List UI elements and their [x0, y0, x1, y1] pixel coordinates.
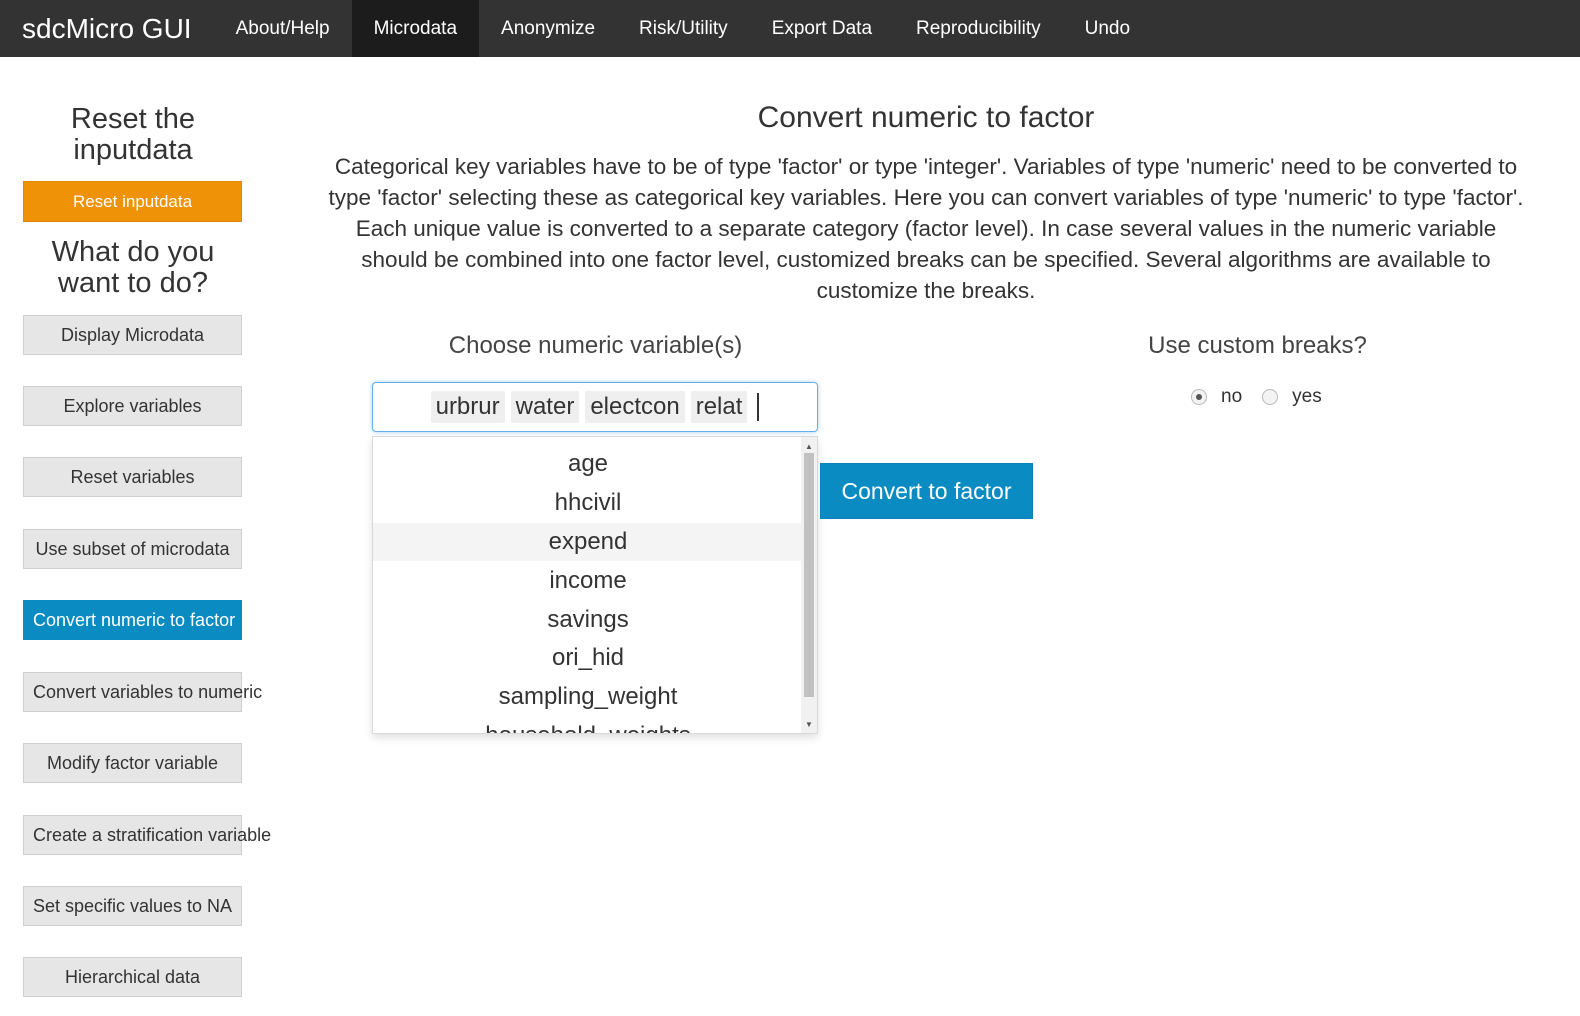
reset-variables-button[interactable]: Reset variables: [23, 457, 242, 497]
dropdown-option[interactable]: sampling_weight: [373, 678, 803, 717]
modify-factor-button[interactable]: Modify factor variable: [23, 743, 242, 783]
convert-to-numeric-button[interactable]: Convert variables to numeric: [23, 672, 262, 712]
dropdown-option[interactable]: age: [373, 445, 803, 484]
custom-breaks-label: Use custom breaks?: [1148, 332, 1367, 359]
custom-breaks-radio-group: no yes: [1191, 386, 1342, 408]
nav-about-help[interactable]: About/Help: [214, 0, 352, 57]
nav-microdata[interactable]: Microdata: [351, 0, 480, 57]
brand-title[interactable]: sdcMicro GUI: [0, 0, 214, 57]
dropdown-option-highlighted[interactable]: expend: [373, 522, 803, 562]
dropdown-option[interactable]: household_weights: [373, 717, 803, 733]
selected-chip[interactable]: urbrur: [430, 391, 505, 423]
top-navbar: sdcMicro GUI About/Help Microdata Anonym…: [0, 0, 1580, 57]
radio-yes[interactable]: yes: [1262, 386, 1322, 408]
text-cursor: [757, 393, 760, 421]
description-text: Categorical key variables have to be of …: [328, 154, 1524, 303]
nav-export-data[interactable]: Export Data: [750, 0, 894, 57]
set-values-na-button[interactable]: Set specific values to NA: [23, 886, 242, 926]
selected-chip[interactable]: water: [510, 391, 580, 423]
scroll-up-arrow-icon[interactable]: ▲: [801, 439, 817, 453]
radio-label-yes: yes: [1292, 386, 1322, 407]
what-to-do-heading: What do you want to do?: [51, 236, 215, 299]
nav-undo[interactable]: Undo: [1063, 0, 1152, 57]
radio-button[interactable]: [1262, 389, 1279, 405]
hierarchical-data-button[interactable]: Hierarchical data: [23, 957, 242, 997]
dropdown-option[interactable]: savings: [373, 600, 803, 639]
radio-no[interactable]: no: [1191, 386, 1242, 408]
radio-button-checked[interactable]: [1191, 389, 1207, 405]
dropdown-option[interactable]: hhcivil: [373, 484, 803, 523]
use-subset-button[interactable]: Use subset of microdata: [23, 529, 242, 569]
nav-anonymize[interactable]: Anonymize: [479, 0, 617, 57]
nav-reproducibility[interactable]: Reproducibility: [894, 0, 1063, 57]
reset-inputdata-button[interactable]: Reset inputdata: [23, 181, 242, 222]
display-microdata-button[interactable]: Display Microdata: [23, 315, 242, 355]
explore-variables-button[interactable]: Explore variables: [23, 386, 242, 426]
nav-risk-utility[interactable]: Risk/Utility: [617, 0, 750, 57]
radio-label-no: no: [1221, 386, 1243, 407]
dropdown-option[interactable]: ori_hid: [373, 639, 803, 678]
selected-chip[interactable]: electcon: [585, 391, 685, 423]
dropdown-option[interactable]: income: [373, 561, 803, 600]
variable-dropdown-list[interactable]: age hhcivil expend income savings ori_hi…: [372, 436, 818, 734]
variable-multiselect-input[interactable]: urbrur water electcon relat: [372, 382, 818, 432]
reset-heading: Reset the inputdata: [70, 103, 196, 166]
dropdown-scrollbar[interactable]: ▲ ▼: [801, 437, 817, 733]
convert-to-factor-button[interactable]: Convert to factor: [820, 463, 1033, 519]
scrollbar-thumb[interactable]: [804, 453, 814, 697]
page-title: Convert numeric to factor: [757, 101, 1095, 134]
choose-variables-label: Choose numeric variable(s): [448, 332, 743, 359]
convert-numeric-to-factor-button[interactable]: Convert numeric to factor: [23, 600, 242, 640]
create-stratification-button[interactable]: Create a stratification variable: [23, 815, 271, 855]
selected-chip[interactable]: relat: [690, 391, 748, 423]
scroll-down-arrow-icon[interactable]: ▼: [801, 717, 817, 731]
